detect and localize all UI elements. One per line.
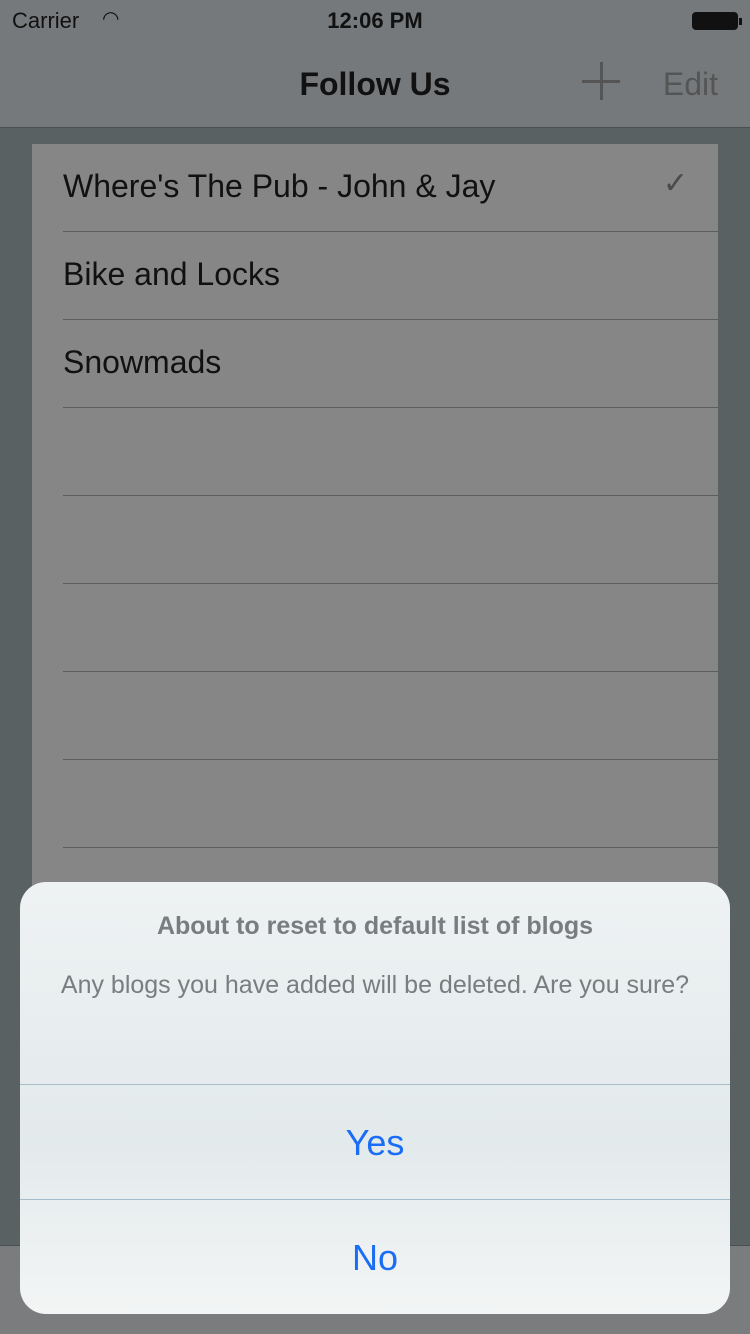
battery-icon bbox=[692, 12, 742, 30]
empty-row bbox=[63, 672, 718, 760]
navigation-bar: Follow Us Edit bbox=[0, 40, 750, 128]
clock: 12:06 PM bbox=[327, 8, 423, 33]
list-item-label: Snowmads bbox=[63, 344, 222, 380]
empty-row bbox=[63, 408, 718, 496]
alert-message: Any blogs you have added will be deleted… bbox=[60, 971, 690, 999]
list-item[interactable]: Where's The Pub - John & Jay ✓ bbox=[63, 144, 718, 232]
add-icon[interactable] bbox=[582, 62, 620, 100]
list-item[interactable]: Snowmads bbox=[63, 320, 718, 408]
edit-button[interactable]: Edit bbox=[663, 66, 718, 103]
list-item-label: Where's The Pub - John & Jay bbox=[63, 168, 496, 204]
empty-row bbox=[63, 584, 718, 672]
list-item[interactable]: Bike and Locks bbox=[63, 232, 718, 320]
status-bar: Carrier ◠ 12:06 PM bbox=[0, 0, 750, 40]
checkmark-icon: ✓ bbox=[662, 167, 688, 200]
list-item-label: Bike and Locks bbox=[63, 256, 281, 292]
empty-row bbox=[63, 496, 718, 584]
page-title: Follow Us bbox=[299, 66, 451, 102]
alert-title: About to reset to default list of blogs bbox=[156, 912, 594, 940]
no-button[interactable]: No bbox=[20, 1199, 730, 1314]
empty-row bbox=[63, 760, 718, 848]
reset-alert: About to reset to default list of blogs … bbox=[20, 882, 730, 1314]
yes-button[interactable]: Yes bbox=[20, 1084, 730, 1199]
